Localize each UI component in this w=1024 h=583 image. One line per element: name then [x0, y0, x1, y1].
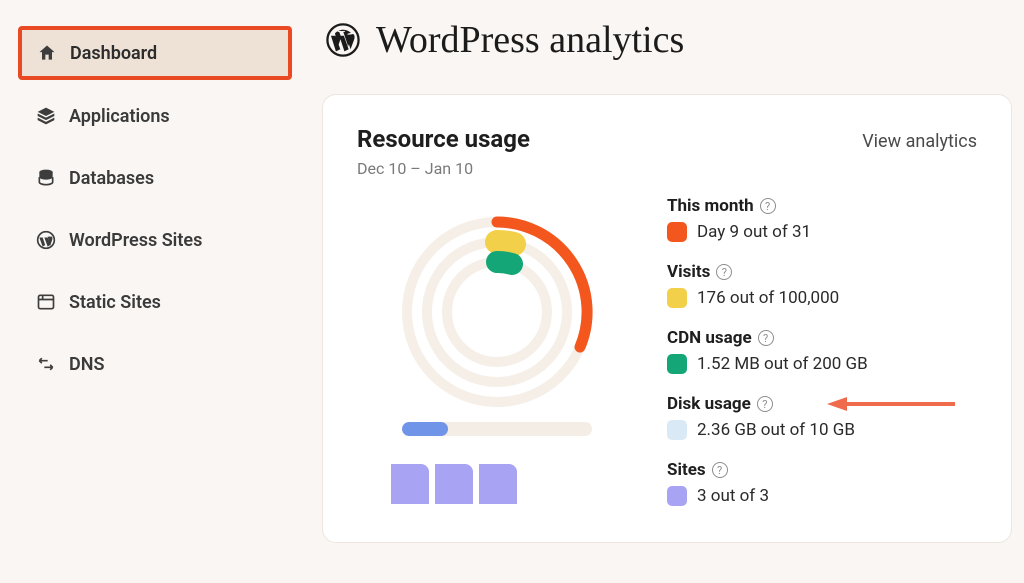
legend-value: 3 out of 3: [697, 486, 769, 506]
help-icon[interactable]: ?: [757, 396, 773, 412]
page-title: WordPress analytics: [376, 18, 684, 62]
disk-usage-bar: [402, 422, 592, 436]
view-analytics-link[interactable]: View analytics: [862, 131, 977, 152]
sidebar-item-label: Dashboard: [70, 43, 157, 64]
sidebar: Dashboard Applications Databases WordPre…: [0, 0, 310, 583]
legend-title: Disk usage: [667, 394, 751, 414]
swatch-light-blue: [667, 420, 687, 440]
legend-value: 1.52 MB out of 200 GB: [697, 354, 868, 374]
help-icon[interactable]: ?: [716, 264, 732, 280]
legend-cdn: CDN usage ? 1.52 MB out of 200 GB: [667, 328, 977, 374]
sidebar-item-applications[interactable]: Applications: [18, 90, 292, 142]
browser-icon: [35, 291, 57, 313]
legend: This month ? Day 9 out of 31 Visits ?: [667, 196, 977, 506]
swatch-green: [667, 354, 687, 374]
date-range: Dec 10 – Jan 10: [357, 159, 977, 178]
sidebar-item-dashboard[interactable]: Dashboard: [18, 26, 292, 80]
swatch-yellow: [667, 288, 687, 308]
layers-icon: [35, 105, 57, 127]
resource-usage-card: Resource usage View analytics Dec 10 – J…: [322, 94, 1012, 543]
page-header: WordPress analytics: [322, 18, 1012, 62]
sidebar-item-label: Applications: [69, 106, 170, 127]
site-block: [435, 464, 473, 504]
swatch-orange: [667, 222, 687, 242]
legend-visits: Visits ? 176 out of 100,000: [667, 262, 977, 308]
usage-chart: [357, 196, 637, 506]
home-icon: [36, 42, 58, 64]
dns-icon: [35, 353, 57, 375]
help-icon[interactable]: ?: [712, 462, 728, 478]
sidebar-item-databases[interactable]: Databases: [18, 152, 292, 204]
sites-blocks: [391, 464, 517, 504]
sidebar-item-label: Databases: [69, 168, 154, 189]
sidebar-item-static-sites[interactable]: Static Sites: [18, 276, 292, 328]
radial-chart: [382, 202, 612, 412]
legend-title: This month: [667, 196, 754, 216]
legend-title: CDN usage: [667, 328, 752, 348]
sidebar-item-dns[interactable]: DNS: [18, 338, 292, 390]
main-content: WordPress analytics Resource usage View …: [310, 0, 1024, 583]
wordpress-logo-icon: [326, 23, 360, 57]
sidebar-item-label: DNS: [69, 354, 104, 375]
help-icon[interactable]: ?: [760, 198, 776, 214]
site-block: [479, 464, 517, 504]
legend-value: Day 9 out of 31: [697, 222, 811, 242]
swatch-violet: [667, 486, 687, 506]
legend-value: 2.36 GB out of 10 GB: [697, 420, 855, 440]
help-icon[interactable]: ?: [758, 330, 774, 346]
disk-usage-fill: [402, 422, 448, 436]
database-icon: [35, 167, 57, 189]
legend-sites: Sites ? 3 out of 3: [667, 460, 977, 506]
legend-disk: Disk usage ? 2.36 GB out of 10 GB: [667, 394, 977, 440]
wordpress-icon: [35, 229, 57, 251]
sidebar-item-label: WordPress Sites: [69, 230, 202, 251]
legend-title: Sites: [667, 460, 706, 480]
legend-this-month: This month ? Day 9 out of 31: [667, 196, 977, 242]
sidebar-item-label: Static Sites: [69, 292, 161, 313]
legend-title: Visits: [667, 262, 710, 282]
site-block: [391, 464, 429, 504]
card-title: Resource usage: [357, 125, 530, 153]
legend-value: 176 out of 100,000: [697, 288, 839, 308]
sidebar-item-wordpress-sites[interactable]: WordPress Sites: [18, 214, 292, 266]
